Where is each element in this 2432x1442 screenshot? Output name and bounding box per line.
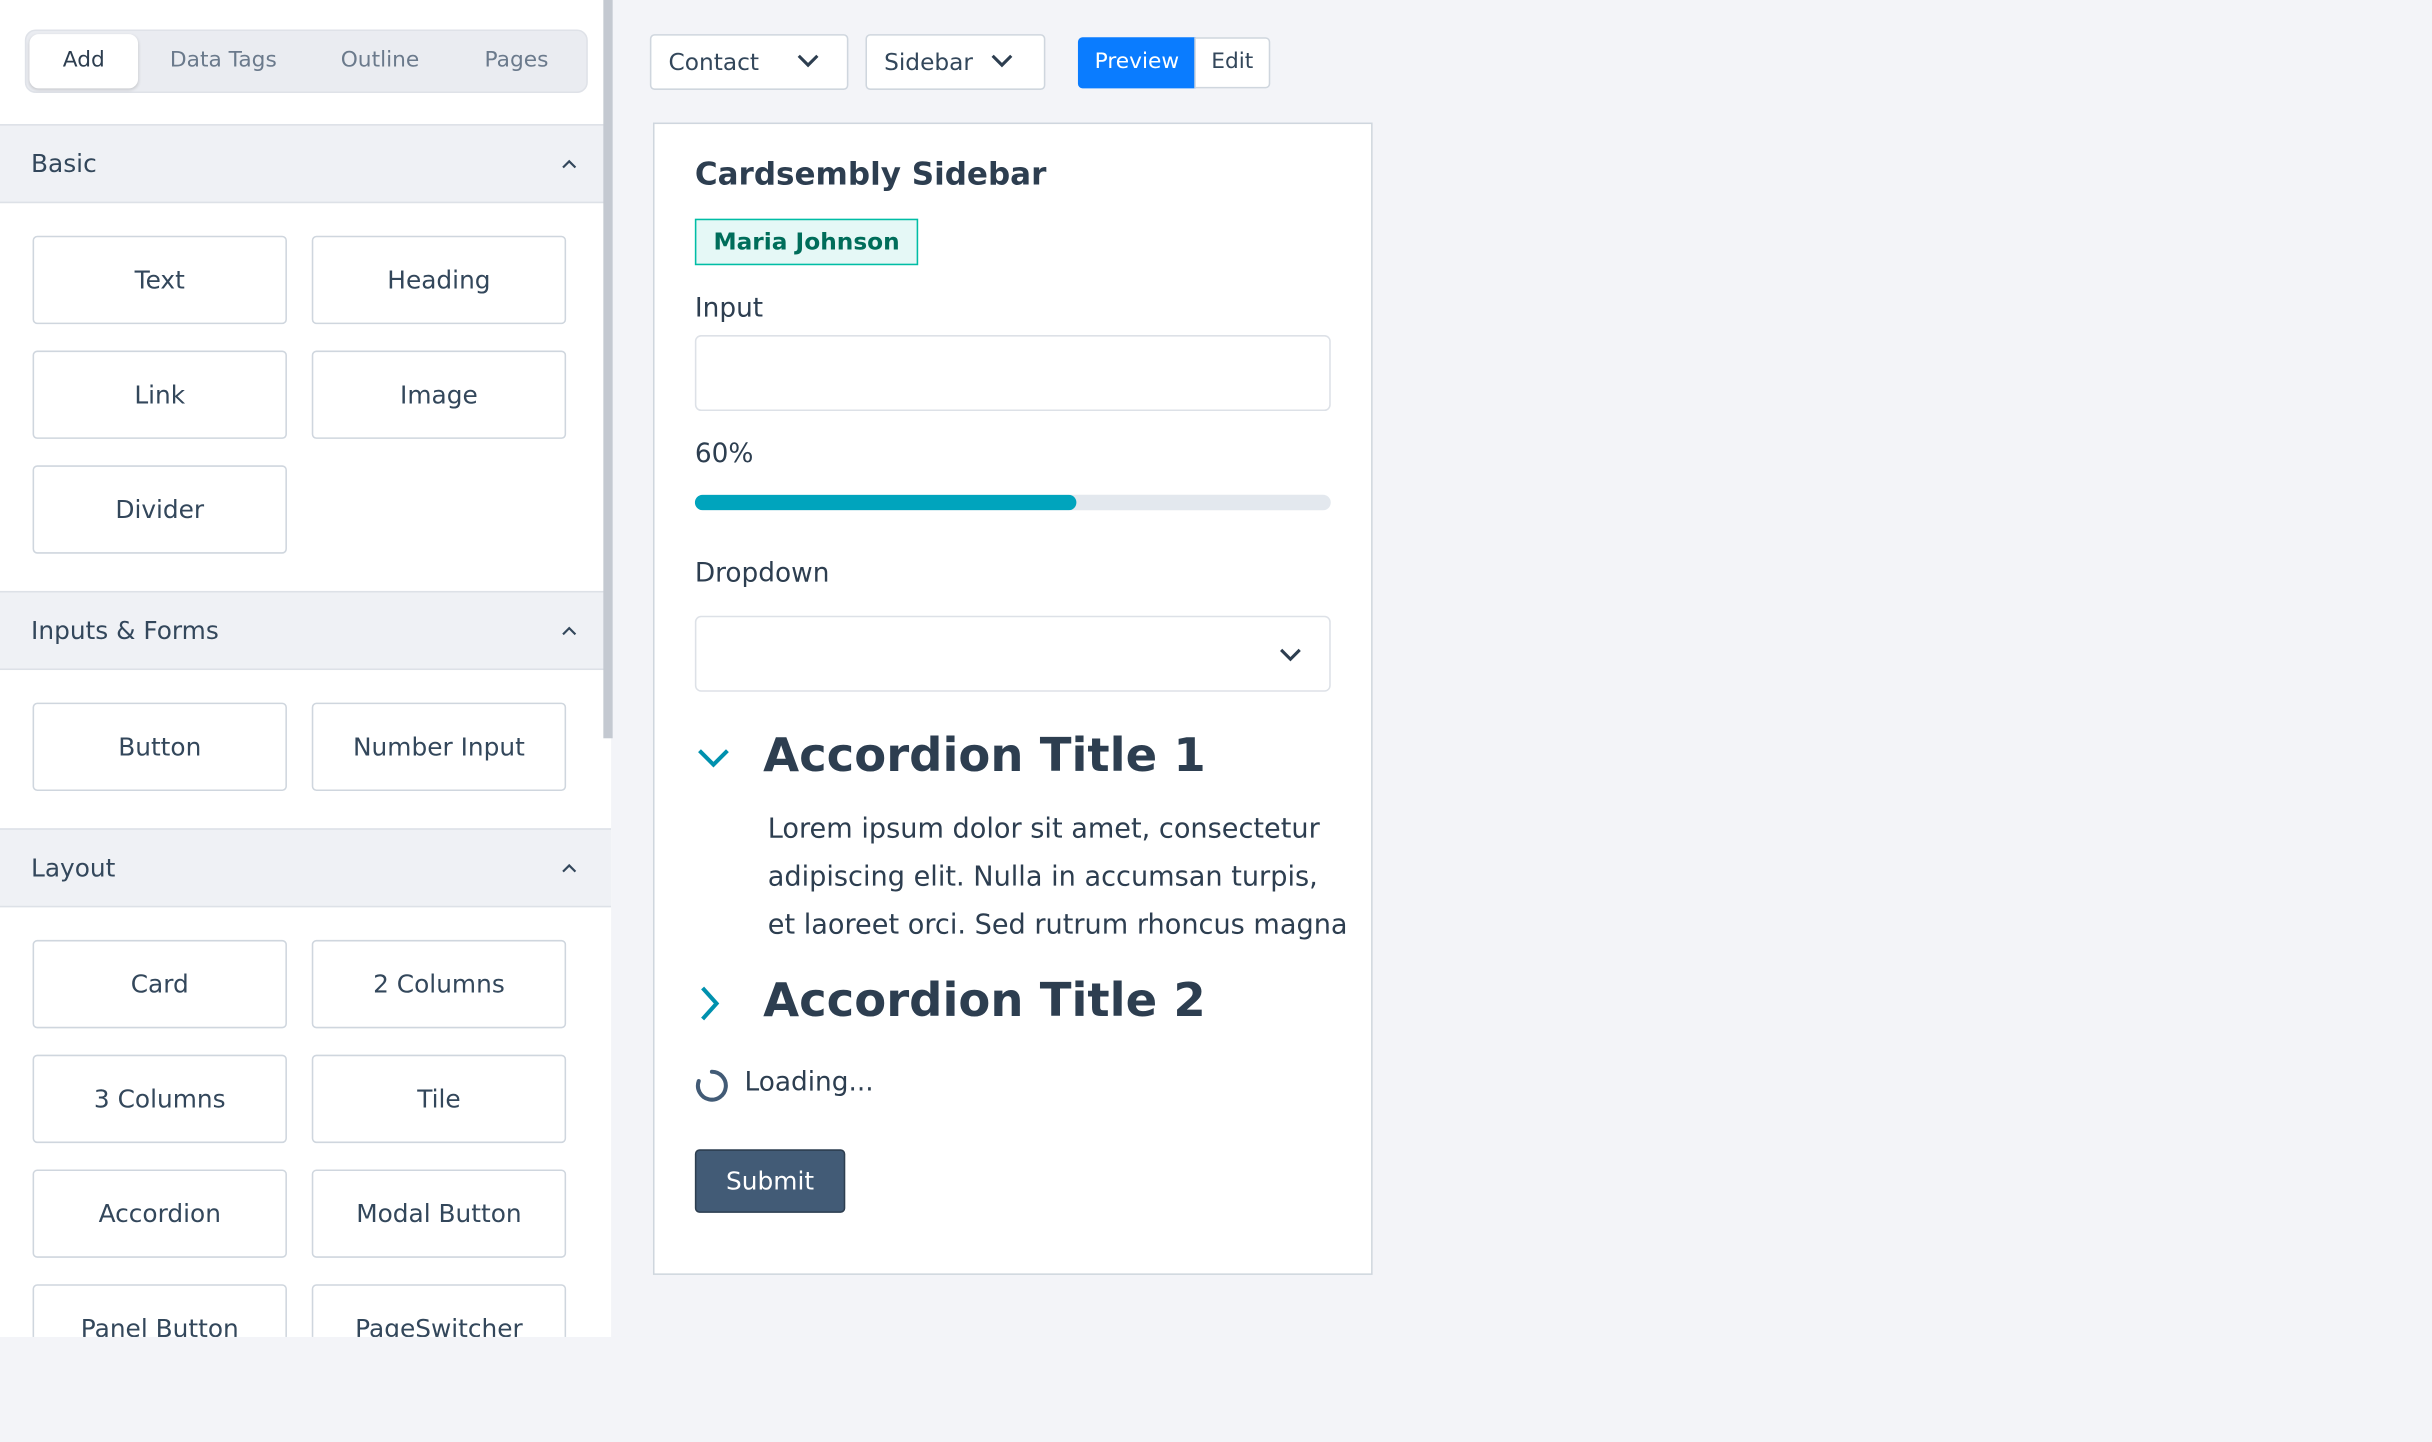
sidebar-tabs: Add Data Tags Outline Pages <box>24 29 588 94</box>
object-type-select[interactable]: Contact <box>649 34 849 90</box>
loading-spinner-icon <box>695 1069 728 1102</box>
chevron-down-icon <box>797 54 819 68</box>
body-line: Lorem ipsum dolor sit amet, consectetur <box>767 814 1320 846</box>
section-title: Inputs & Forms <box>31 615 219 646</box>
chevron-up-icon <box>562 626 577 636</box>
section-title: Layout <box>31 853 116 883</box>
component-tile-2-columns[interactable]: 2 Columns <box>311 939 567 1029</box>
dropdown-label: Dropdown <box>694 558 830 590</box>
component-tile-number-input[interactable]: Number Input <box>311 702 567 792</box>
contact-tag: Maria Johnson <box>694 218 919 266</box>
tab-data-tags[interactable]: Data Tags <box>154 31 294 91</box>
chevron-up-icon <box>562 863 577 873</box>
component-tile-tile[interactable]: Tile <box>311 1054 567 1144</box>
tab-outline[interactable]: Outline <box>318 31 442 91</box>
component-tile-panel-button[interactable]: Panel Button <box>32 1284 287 1337</box>
component-tile-modal-button[interactable]: Modal Button <box>311 1169 567 1258</box>
chevron-down-icon <box>698 749 729 768</box>
chevron-down-icon <box>991 54 1013 68</box>
component-tile-accordion[interactable]: Accordion <box>32 1169 287 1258</box>
tab-add[interactable]: Add <box>29 34 139 89</box>
component-tile-button[interactable]: Button <box>32 702 287 792</box>
location-select[interactable]: Sidebar <box>865 34 1046 90</box>
accordion-header-1[interactable]: Accordion Title 1 <box>689 729 1340 788</box>
preview-card: Cardsembly Sidebar Maria Johnson Input 6… <box>652 122 1373 1275</box>
component-tile-image[interactable]: Image <box>311 350 567 439</box>
section-header-layout[interactable]: Layout <box>0 828 612 908</box>
chevron-up-icon <box>562 159 577 169</box>
card-title: Cardsembly Sidebar <box>694 155 1047 193</box>
component-sidebar: Add Data Tags Outline Pages Basic Text H… <box>0 0 612 1337</box>
component-tile-card[interactable]: Card <box>32 939 287 1029</box>
preview-toggle-button[interactable]: Preview <box>1077 37 1196 89</box>
submit-button[interactable]: Submit <box>694 1149 846 1213</box>
progress-label: 60% <box>694 438 754 470</box>
accordion-title-1: Accordion Title 1 <box>763 728 1206 784</box>
body-line: adipiscing elit. Nulla in accumsan turpi… <box>767 862 1318 894</box>
progress-bar-fill <box>694 494 1077 511</box>
tab-pages[interactable]: Pages <box>461 31 573 91</box>
component-tile-pageswitcher[interactable]: PageSwitcher <box>311 1284 567 1337</box>
section-title: Basic <box>31 148 97 179</box>
section-header-basic[interactable]: Basic <box>0 124 612 204</box>
accordion-body-1: Lorem ipsum dolor sit amet, consectetur … <box>768 807 1348 951</box>
chevron-down-icon <box>1280 648 1301 662</box>
accordion-header-2[interactable]: Accordion Title 2 <box>689 974 1340 1033</box>
chevron-right-icon <box>701 986 720 1021</box>
text-input[interactable] <box>694 335 1331 412</box>
component-tile-text[interactable]: Text <box>32 235 287 325</box>
component-tile-heading[interactable]: Heading <box>311 235 567 325</box>
edit-toggle-button[interactable]: Edit <box>1194 37 1271 89</box>
select-value: Contact <box>668 48 759 76</box>
component-tile-divider[interactable]: Divider <box>32 465 287 554</box>
select-value: Sidebar <box>884 48 973 76</box>
progress-bar <box>694 494 1331 511</box>
section-header-inputs-forms[interactable]: Inputs & Forms <box>0 590 612 671</box>
bottom-area <box>0 1336 2432 1442</box>
component-tile-3-columns[interactable]: 3 Columns <box>32 1054 287 1144</box>
accordion-title-2: Accordion Title 2 <box>763 974 1206 1029</box>
component-tile-link[interactable]: Link <box>32 350 287 439</box>
dropdown-select[interactable] <box>694 615 1331 692</box>
body-line: et laoreet orci. Sed rutrum rhoncus magn… <box>767 910 1348 942</box>
input-label: Input <box>694 293 764 325</box>
sidebar-scrollbar[interactable] <box>603 0 613 739</box>
loading-text: Loading... <box>744 1067 874 1099</box>
